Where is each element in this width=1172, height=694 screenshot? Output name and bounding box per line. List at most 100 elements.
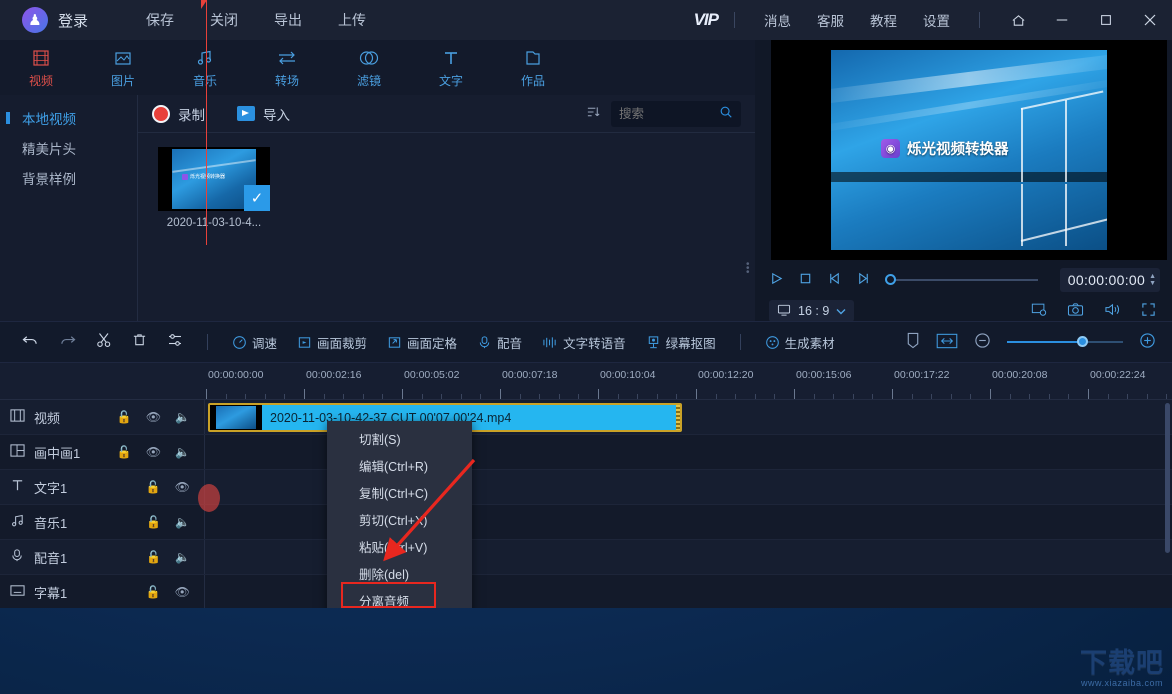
next-frame-icon[interactable] <box>856 271 871 289</box>
import-button[interactable]: 导入 <box>237 104 290 124</box>
crop-button[interactable]: 画面裁剪 <box>297 333 367 352</box>
category-works[interactable]: 作品 <box>492 47 574 89</box>
zoom-in-icon[interactable] <box>1139 332 1156 352</box>
stop-icon[interactable] <box>798 271 813 289</box>
lock-icon[interactable]: 🔓 <box>146 550 161 564</box>
delete-trash-icon[interactable] <box>132 332 147 352</box>
volume-icon[interactable]: 🔈 <box>175 515 190 529</box>
timecode-box[interactable]: 00:00:00:00 ▲ ▼ <box>1059 268 1160 292</box>
volume-icon[interactable] <box>1104 302 1121 320</box>
volume-icon[interactable]: 🔈 <box>175 550 190 564</box>
context-item-edit[interactable]: 编辑(Ctrl+R) <box>327 452 472 479</box>
menu-save[interactable]: 保存 <box>146 10 174 30</box>
adjust-sliders-icon[interactable] <box>167 332 183 352</box>
marker-icon[interactable] <box>906 332 920 352</box>
preview-video-area[interactable]: ◉ 烁光视频转换器 <box>771 40 1167 260</box>
category-video[interactable]: 视频 <box>0 47 82 89</box>
search-input[interactable] <box>619 106 713 121</box>
sidebar-item-background[interactable]: 背景样例 <box>0 163 137 193</box>
eye-icon[interactable]: 👁 <box>175 585 190 599</box>
track-row-music[interactable]: 音乐1 🔓 🔈 <box>0 505 1172 540</box>
context-item-separate-audio[interactable]: 分离音频 <box>327 587 472 608</box>
category-transition[interactable]: 转场 <box>246 47 328 89</box>
clip-right-handle[interactable] <box>676 405 680 430</box>
lock-icon[interactable]: 🔓 <box>117 445 132 459</box>
menu-tutorial[interactable]: 教程 <box>870 10 897 30</box>
menu-close[interactable]: 关闭 <box>210 10 238 30</box>
menu-settings[interactable]: 设置 <box>923 10 950 30</box>
eye-icon[interactable]: 👁 <box>146 445 161 459</box>
volume-icon[interactable]: 🔈 <box>175 445 190 459</box>
lock-icon[interactable]: 🔓 <box>146 515 161 529</box>
context-item-paste[interactable]: 粘贴(Ctrl+V) <box>327 533 472 560</box>
speed-button[interactable]: 调速 <box>232 333 277 352</box>
green-screen-button[interactable]: 绿幕抠图 <box>646 333 716 352</box>
freeze-frame-button[interactable]: 画面定格 <box>387 333 457 352</box>
screen-settings-icon[interactable] <box>1031 302 1047 320</box>
track-row-pip[interactable]: 画中画1 🔓 👁 🔈 <box>0 435 1172 470</box>
panel-resize-grip[interactable]: • • • <box>746 260 752 278</box>
track-row-text[interactable]: 文字1 🔓 👁 <box>0 470 1172 505</box>
undo-icon[interactable] <box>22 333 39 352</box>
eye-icon[interactable]: 👁 <box>146 410 161 424</box>
context-item-cut[interactable]: 剪切(Ctrl+X) <box>327 506 472 533</box>
sidebar-item-intro[interactable]: 精美片头 <box>0 133 137 163</box>
menu-export[interactable]: 导出 <box>274 10 302 30</box>
lock-icon[interactable]: 🔓 <box>117 410 132 424</box>
dubbing-button[interactable]: 配音 <box>477 333 522 352</box>
fit-timeline-icon[interactable] <box>936 333 958 352</box>
timeline-vertical-scrollbar[interactable] <box>1165 403 1170 553</box>
redo-icon[interactable] <box>59 333 76 352</box>
media-item[interactable]: 烁光视频转换器 ✓ 2020-11-03-10-4... <box>158 147 270 229</box>
close-icon[interactable] <box>1128 0 1172 40</box>
zoom-slider-knob[interactable] <box>1077 336 1088 347</box>
record-button[interactable]: 录制 <box>152 104 205 124</box>
timeline-playhead[interactable] <box>201 0 207 245</box>
search-icon[interactable] <box>719 105 733 122</box>
timeline-ruler[interactable]: 00:00:00:00 00:00:02:16 00:00:05:02 00:0… <box>0 363 1172 400</box>
menu-messages[interactable]: 消息 <box>764 10 791 30</box>
menu-upload[interactable]: 上传 <box>338 10 366 30</box>
category-music[interactable]: 音乐 <box>164 47 246 89</box>
generate-material-button[interactable]: 生成素材 <box>765 333 835 352</box>
fullscreen-icon[interactable] <box>1141 302 1156 320</box>
maximize-icon[interactable] <box>1084 0 1128 40</box>
text-clip-marker[interactable] <box>198 484 220 512</box>
play-icon[interactable] <box>769 271 784 289</box>
camera-snapshot-icon[interactable] <box>1067 302 1084 320</box>
category-text[interactable]: 文字 <box>410 47 492 89</box>
search-box[interactable] <box>611 100 741 127</box>
context-item-copy[interactable]: 复制(Ctrl+C) <box>327 479 472 506</box>
context-item-delete[interactable]: 删除(del) <box>327 560 472 587</box>
ruler-tick <box>794 389 795 399</box>
eye-icon[interactable]: 👁 <box>175 480 190 494</box>
aspect-ratio-select[interactable]: 16 : 9 <box>769 300 855 322</box>
text-to-speech-button[interactable]: 文字转语音 <box>542 333 626 352</box>
sort-icon[interactable] <box>586 105 601 122</box>
lock-icon[interactable]: 🔓 <box>146 585 161 599</box>
track-row-dubbing[interactable]: 配音1 🔓 🔈 <box>0 540 1172 575</box>
minimize-icon[interactable] <box>1040 0 1084 40</box>
preview-seek-slider[interactable] <box>885 274 1038 285</box>
sidebar-item-local-video[interactable]: 本地视频 <box>0 103 137 133</box>
zoom-slider[interactable] <box>1007 336 1123 347</box>
vip-badge[interactable]: VIP <box>694 10 719 30</box>
stepper-updown-icon[interactable]: ▲ ▼ <box>1149 273 1156 287</box>
lock-icon[interactable]: 🔓 <box>146 480 161 494</box>
cut-scissors-icon[interactable] <box>96 332 112 352</box>
track-row-subtitle[interactable]: 字幕1 🔓 👁 <box>0 575 1172 608</box>
login-label[interactable]: 登录 <box>58 10 88 31</box>
category-filter[interactable]: 滤镜 <box>328 47 410 89</box>
clip-context-menu[interactable]: 切割(S) 编辑(Ctrl+R) 复制(Ctrl+C) 剪切(Ctrl+X) 粘… <box>327 421 472 608</box>
category-image[interactable]: 图片 <box>82 47 164 89</box>
preview-line-4 <box>1021 184 1023 246</box>
context-item-split[interactable]: 切割(S) <box>327 425 472 452</box>
previous-frame-icon[interactable] <box>827 271 842 289</box>
volume-icon[interactable]: 🔈 <box>175 410 190 424</box>
preview-seek-knob[interactable] <box>885 274 896 285</box>
track-row-video[interactable]: 视频 🔓 👁 🔈 2020-11-03-10-42-37 CUT 00'07 0… <box>0 400 1172 435</box>
menu-support[interactable]: 客服 <box>817 10 844 30</box>
home-icon[interactable] <box>996 0 1040 40</box>
user-avatar-icon[interactable]: ♟ <box>22 7 48 33</box>
zoom-out-icon[interactable] <box>974 332 991 352</box>
